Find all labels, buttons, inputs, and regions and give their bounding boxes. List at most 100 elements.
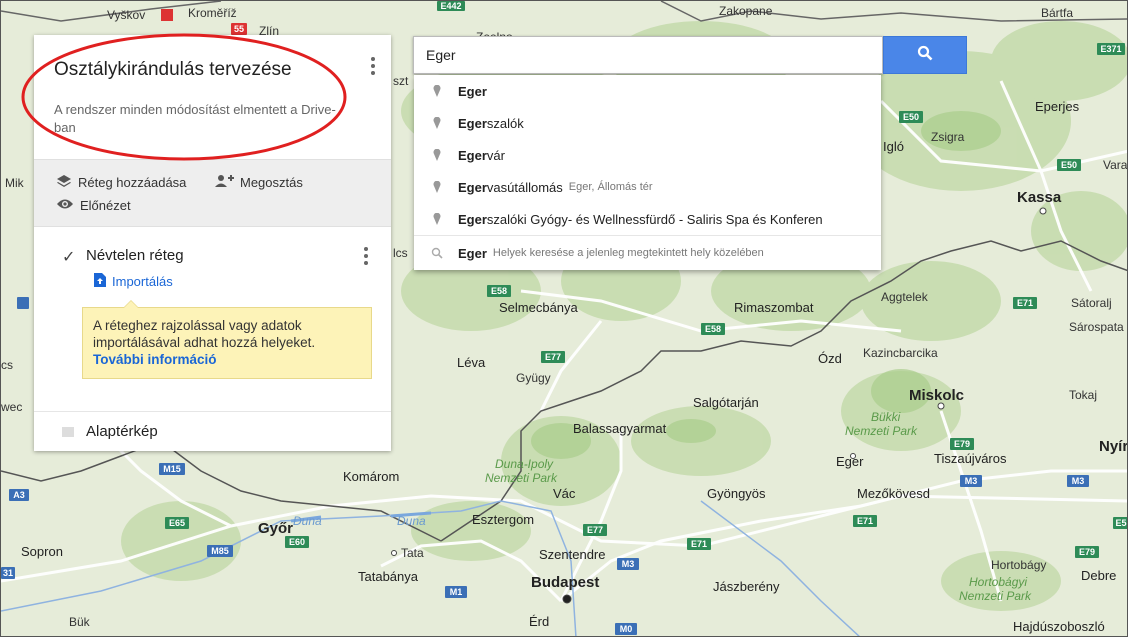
map-label-kazincbarcika: Kazincbarcika [863,346,938,360]
preview-label: Előnézet [80,198,131,213]
map-label-bukki: Bükki [871,410,901,424]
shield-m3a: M3 [965,476,978,486]
panel-toolbar: Réteg hozzáadása Megosztás Előnézet [34,159,391,227]
search-input[interactable] [424,46,868,64]
place-pin-icon [428,181,446,193]
share-label: Megosztás [240,175,303,190]
map-label-kromeriz: Kroměříž [188,6,237,20]
shield-e371: E371 [1100,44,1121,54]
base-map-section[interactable]: Alaptérkép [34,411,391,452]
map-label-eger: Eger [836,454,864,469]
map-label-eperjes: Eperjes [1035,99,1080,114]
map-label-hajduszoboszlo: Hajdúszoboszló [1013,619,1105,634]
layer-hint-tooltip: A réteghez rajzolással vagy adatok impor… [82,300,372,379]
map-label-gyongyos: Gyöngyös [707,486,766,501]
map-label-gyor: Győr [258,520,293,537]
suggestion-match: Eger [458,211,487,227]
suggestion-item[interactable]: Eger szalóki Gyógy- és Wellnessfürdő - Sa… [414,203,881,235]
map-label-selmecbanya: Selmecbánya [499,300,579,315]
map-label-esztergom: Esztergom [472,512,534,527]
shield-e50b: E50 [1061,160,1077,170]
map-label-aggtelek: Aggtelek [881,290,929,304]
map-label-sopron: Sopron [21,544,63,559]
nearby-description: Helyek keresése a jelenleg megtekintett … [492,247,764,259]
map-label-kassa: Kassa [1017,189,1062,206]
base-map-label: Alaptérkép [86,423,158,440]
map-label-mik: Mik [5,176,25,190]
suggestion-address: Eger, Állomás tér [568,181,653,193]
map-label-komarom: Komárom [343,469,399,484]
map-label-mezokovesd: Mezőkövesd [857,486,930,501]
shield-e71a: E71 [1017,298,1033,308]
map-label-jaszbereny: Jászberény [713,579,780,594]
layers-icon [56,174,72,191]
suggestion-item[interactable]: Eger szalók [414,107,881,139]
shield-e65: E65 [169,518,185,528]
suggestion-rest: vasútállomás [486,179,563,195]
shield-e50a: E50 [903,112,919,122]
map-label-tiszaujvaros: Tiszaújváros [934,451,1007,466]
map-editor-panel: Osztálykirándulás tervezése A rendszer m… [34,35,391,451]
suggestion-item[interactable]: Eger [414,75,881,107]
map-label-nemzetipark2: Nemzeti Park [485,471,558,485]
add-layer-label: Réteg hozzáadása [78,175,187,190]
suggestion-rest: szalók [486,115,524,131]
shield-e60: E60 [289,537,305,547]
preview-button[interactable]: Előnézet [56,198,131,213]
eye-icon [56,198,74,213]
map-label-vac: Vác [553,486,576,501]
place-pin-icon [428,117,446,129]
map-label-vyskov: Vyškov [107,8,145,22]
map-label-wec: wec [1,400,22,414]
map-label-duna1: Duna [293,514,322,528]
tip-text: A réteghez rajzolással vagy adatok impor… [93,318,316,350]
map-label-balassagyarmat: Balassagyarmat [573,421,667,436]
map-label-duna2: Duna [397,514,426,528]
map-label-debre: Debre [1081,568,1116,583]
layer-name[interactable]: Névtelen réteg [86,247,184,264]
suggestion-item[interactable]: Eger vasútállomás Eger, Állomás tér [414,171,881,203]
shield-e58a: E58 [491,286,507,296]
map-label-nyire: Nyíre [1099,438,1128,455]
search-suggestions: Eger Eger szalók Eger vár Eger vasútállomá… [414,75,881,270]
shield-e71b: E71 [691,539,707,549]
map-label-tokaj: Tokaj [1069,388,1097,402]
add-layer-button[interactable]: Réteg hozzáadása [56,174,186,191]
import-label: Importálás [112,274,173,289]
map-label-nemzetipark3: Nemzeti Park [959,589,1032,603]
map-label-ozd: Ózd [818,351,842,366]
app-window: Vyškov Kroměříž Zlín Zeelno Zakopane Bár… [0,0,1128,637]
map-label-hortobagyi: Hortobágyi [969,575,1027,589]
map-label-miskolc: Miskolc [909,387,964,404]
more-info-link[interactable]: További információ [93,352,217,367]
shield-m15: M15 [163,464,181,474]
base-map-toggle-icon[interactable] [62,427,74,437]
nearby-match: Eger [458,245,487,261]
magnifier-icon [428,247,446,259]
layer-visibility-checkbox[interactable]: ✓ [62,247,75,267]
search-button[interactable] [883,36,967,74]
shield-e79b: E79 [1079,547,1095,557]
shield-e442: E442 [440,1,461,11]
map-label-cs: cs [1,358,13,372]
map-title[interactable]: Osztálykirándulás tervezése [54,59,292,81]
search-icon [917,45,933,66]
suggestion-item[interactable]: Eger vár [414,139,881,171]
search-box[interactable] [413,36,883,74]
import-link[interactable]: Importálás [94,273,173,290]
suggestion-rest: szalóki Gyógy- és Wellnessfürdő - Saliri… [486,211,823,227]
map-options-menu-button[interactable] [370,55,376,77]
layer-options-menu-button[interactable] [364,245,368,268]
map-label-buk: Bük [69,615,91,629]
shield-m3b: M3 [1072,476,1085,486]
shield-e58b: E58 [705,324,721,334]
shield-e5: E5 [1115,518,1126,528]
search-nearby-item[interactable]: Eger Helyek keresése a jelenleg megtekint… [414,235,881,270]
map-label-vara: Vara [1103,158,1128,172]
shield-e77: E77 [545,352,561,362]
save-status: A rendszer minden módosítást elmentett a… [54,102,336,135]
map-label-nemzetipark1: Nemzeti Park [845,424,918,438]
share-button[interactable]: Megosztás [214,174,303,191]
map-label-satoralja: Sátoralj [1071,296,1112,310]
map-label-sarospata: Sárospata [1069,320,1124,334]
